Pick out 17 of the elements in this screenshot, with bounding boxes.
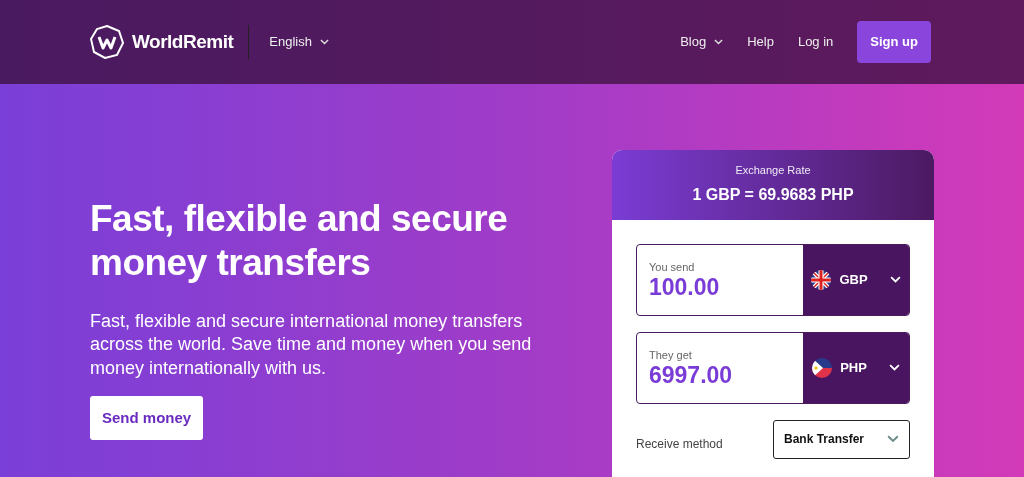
exchange-rate-value: 1 GBP = 69.9683 PHP [691, 184, 855, 205]
sign-up-button[interactable]: Sign up [857, 21, 931, 63]
nav-link[interactable]: Help [747, 32, 774, 52]
send-money-button[interactable]: Send money [90, 395, 204, 441]
chevron-icon [319, 39, 329, 45]
nav-link[interactable]: Log in [797, 32, 834, 52]
hero-description: Fast, flexible and secure international money transfers across the world. Save time and money when you send money internationally with us. [90, 309, 533, 380]
receive-method-select[interactable]: Bank Transfer [773, 419, 910, 459]
brand-name: WorldRemit [132, 29, 234, 54]
nav-link[interactable]: Blog [680, 32, 724, 52]
chevron-icon [887, 435, 899, 443]
language-selector[interactable]: English [269, 32, 329, 52]
exchange-rate-label: Exchange Rate [734, 163, 812, 178]
receive-method-label: Receive method [636, 436, 723, 453]
hero-heading: Fast, flexible and secure money transfers [90, 197, 509, 286]
logo-icon [90, 25, 124, 59]
chevron-icon [714, 39, 724, 45]
